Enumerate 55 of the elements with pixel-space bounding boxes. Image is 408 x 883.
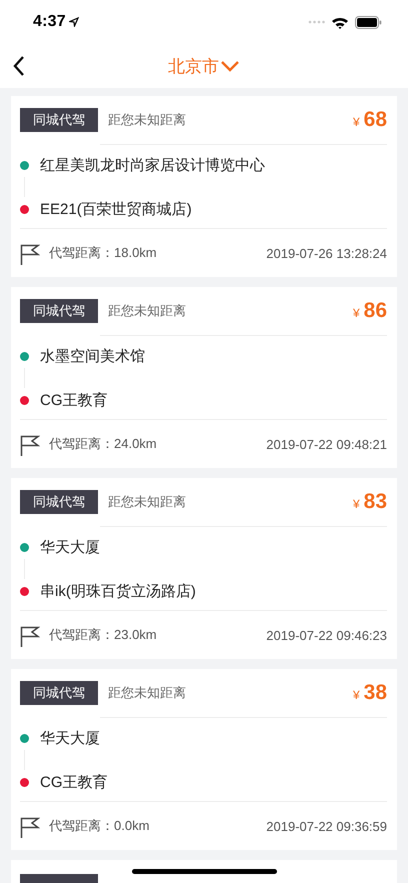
order-card[interactable]: 同城代驾 距您未知距离 ¥ 68 红星美凯龙时尚家居设计博览中心 EE21(百荣世贸商城店) 代驾距离：18.0km 2019-07-26 13:28:24 — [11, 96, 397, 277]
end-dot-icon — [20, 778, 29, 786]
flag-icon — [20, 626, 40, 648]
order-time: 2019-07-26 13:28:24 — [266, 246, 387, 260]
chevron-down-icon — [220, 60, 240, 72]
order-tag: 同城代驾 — [20, 681, 98, 705]
order-price: 86 — [364, 299, 387, 323]
order-time: 2019-07-22 09:36:59 — [266, 818, 387, 834]
end-dot-icon — [20, 586, 29, 596]
order-time: 2019-07-22 09:48:21 — [266, 436, 387, 452]
currency-symbol: ¥ — [352, 306, 360, 320]
start-dot-icon — [20, 160, 29, 170]
back-icon[interactable] — [13, 55, 25, 77]
currency-symbol: ¥ — [352, 688, 360, 702]
drive-distance: 代驾距离：24.0km — [49, 435, 157, 453]
order-card[interactable]: 同城代驾 距您未知距离 ¥ 38 华天大厦 CG王教育 代驾距离：0.0km 2019-07-22 09:36:59 — [11, 669, 397, 850]
wifi-icon — [331, 16, 349, 28]
flag-icon — [20, 435, 40, 457]
distance-to-you: 距您未知距离 — [108, 111, 186, 129]
order-time: 2019-07-22 09:46:23 — [266, 628, 387, 642]
start-dot-icon — [20, 352, 29, 360]
order-price: 38 — [364, 681, 387, 705]
end-address: EE21(百荣世贸商城店) — [40, 200, 192, 218]
currency-symbol: ¥ — [352, 115, 360, 129]
start-address: 水墨空间美术馆 — [40, 346, 145, 366]
flag-icon — [20, 817, 40, 839]
start-address: 华天大厦 — [40, 538, 100, 556]
distance-to-you: 距您未知距离 — [108, 684, 186, 702]
status-time: 4:37 — [33, 13, 66, 31]
end-address: CG王教育 — [40, 772, 108, 792]
distance-to-you: 距您未知距离 — [108, 302, 186, 320]
start-address: 华天大厦 — [40, 728, 100, 748]
battery-icon — [355, 16, 382, 28]
order-card[interactable]: 同城代驾 距您未知距离 ¥ 86 水墨空间美术馆 CG王教育 代驾距离：24.0km 2019-07-22 09:48:21 — [11, 287, 397, 468]
end-dot-icon — [20, 204, 29, 214]
order-price: 83 — [364, 490, 387, 514]
order-tag: 同城代驾 — [20, 108, 98, 132]
start-address: 红星美凯龙时尚家居设计博览中心 — [40, 156, 265, 174]
flag-icon — [20, 244, 40, 266]
drive-distance: 代驾距离：23.0km — [49, 626, 157, 644]
end-address: 串ik(明珠百货立汤路店) — [40, 582, 196, 600]
drive-distance: 代驾距离：0.0km — [49, 817, 150, 835]
location-arrow-icon — [68, 17, 79, 27]
end-address: CG王教育 — [40, 390, 108, 410]
order-tag: 同城代驾 — [20, 299, 98, 323]
end-dot-icon — [20, 396, 29, 404]
order-tag: 同城代驾 — [20, 490, 98, 514]
drive-distance: 代驾距离：18.0km — [49, 244, 157, 262]
start-dot-icon — [20, 734, 29, 742]
start-dot-icon — [20, 542, 29, 552]
signal-icon — [308, 20, 326, 24]
currency-symbol: ¥ — [352, 497, 360, 511]
order-price: 68 — [364, 108, 387, 132]
order-card[interactable]: 同城代驾 距您未知距离 ¥ 83 华天大厦 串ik(明珠百货立汤路店) 代驾距离：23.0km 2019-07-22 09:46:23 — [11, 478, 397, 659]
distance-to-you: 距您未知距离 — [108, 493, 186, 511]
